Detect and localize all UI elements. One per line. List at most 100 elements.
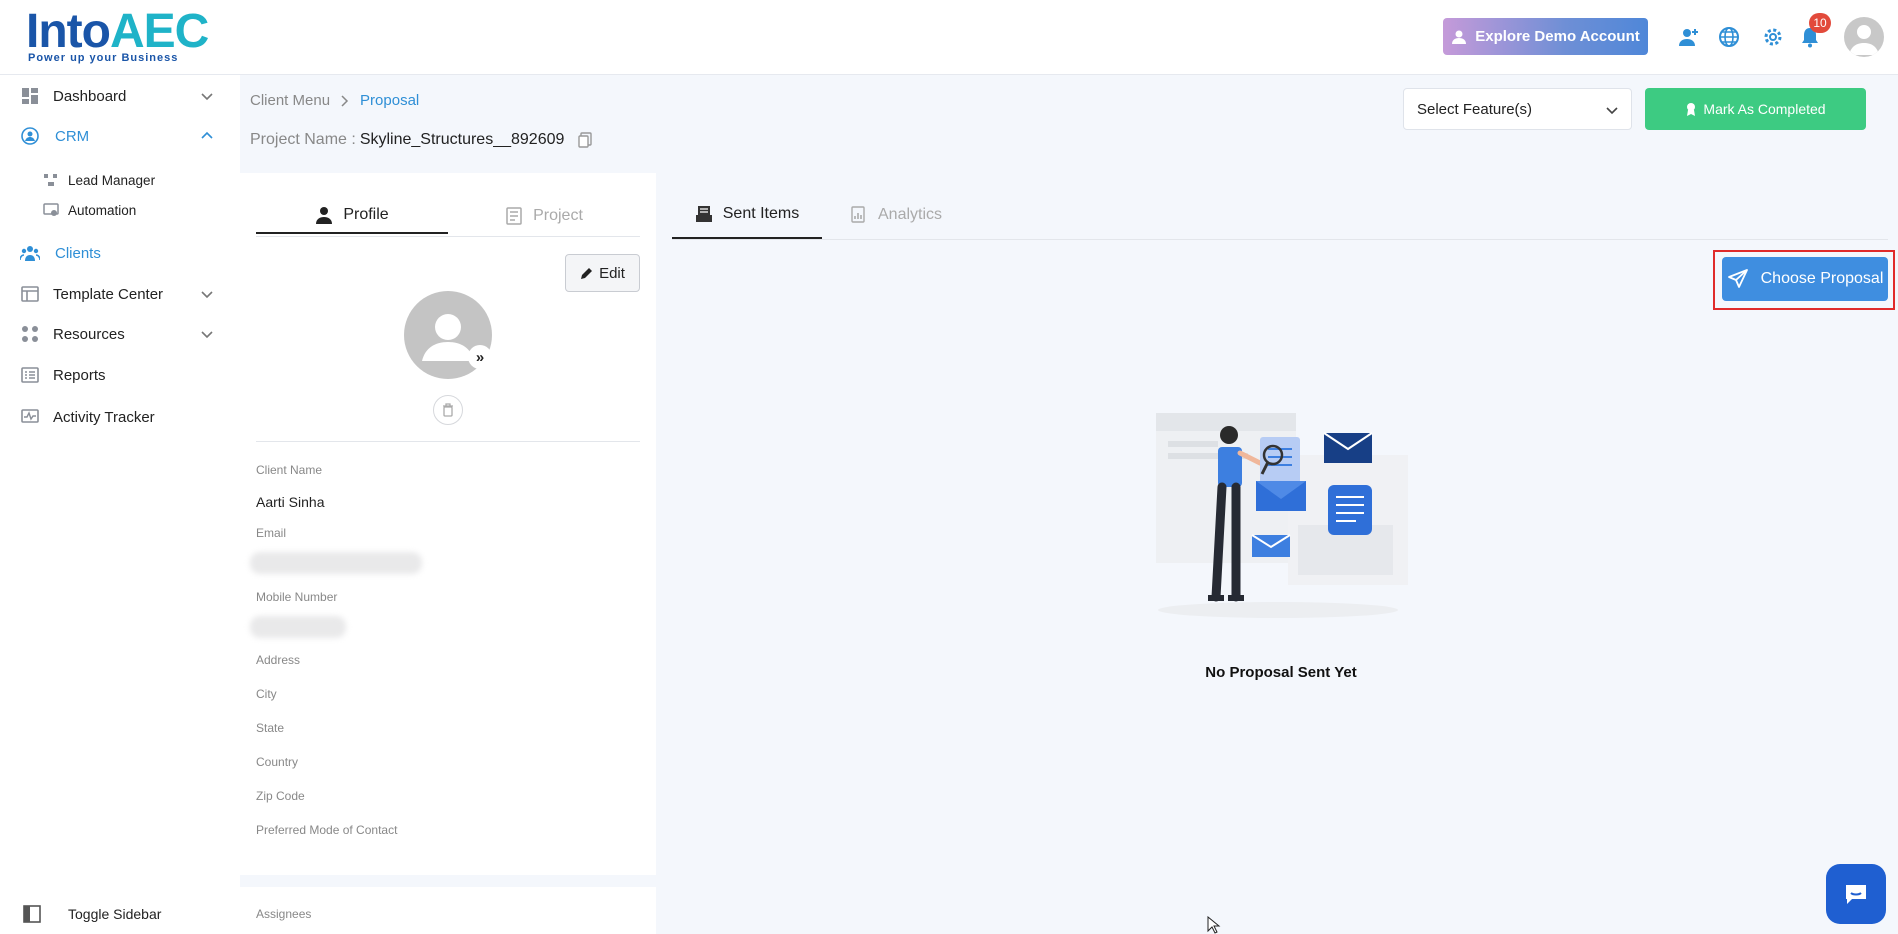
dashboard-icon (20, 86, 40, 106)
lead-manager-icon (43, 172, 59, 188)
sidebar-item-label: Template Center (53, 285, 164, 303)
tab-label: Analytics (878, 205, 943, 223)
pencil-icon (581, 267, 593, 279)
intoaec-logo[interactable]: IntoAEC Power up your Business (26, 6, 209, 65)
client-name-label: Client Name (256, 463, 323, 477)
template-icon (20, 284, 40, 304)
edit-label: Edit (599, 264, 625, 282)
automation-icon (43, 202, 59, 218)
state-label: State (256, 721, 285, 735)
send-icon (1727, 269, 1748, 288)
sidebar-item-label: Dashboard (53, 87, 127, 105)
zip-code-label: Zip Code (256, 789, 305, 803)
explore-demo-account-button[interactable]: Explore Demo Account (1443, 18, 1648, 55)
resources-icon (20, 324, 40, 344)
tab-divider (672, 239, 1888, 240)
client-profile-panel: Profile Project Edit » Client Name Aarti… (240, 173, 656, 875)
medal-icon (1687, 103, 1696, 116)
chat-support-button[interactable] (1826, 864, 1886, 924)
sidebar-item-label: Reports (53, 366, 106, 384)
tab-profile[interactable]: Profile (256, 198, 448, 234)
tab-sent-items[interactable]: Sent Items (672, 190, 822, 239)
preferred-contact-label: Preferred Mode of Contact (256, 823, 398, 837)
reports-icon (20, 365, 40, 385)
sidebar-item-reports[interactable]: Reports (0, 358, 240, 392)
city-label: City (256, 687, 277, 701)
sidebar: Dashboard CRM Lead Manager Automation Cl… (0, 75, 240, 934)
crm-icon (20, 126, 40, 146)
sidebar-item-activity-tracker[interactable]: Activity Tracker (0, 400, 240, 434)
delete-avatar-button[interactable] (433, 395, 463, 425)
chevron-down-icon (201, 291, 213, 299)
sidebar-item-label: Clients (55, 244, 101, 262)
logo-tagline: Power up your Business (28, 52, 179, 64)
chevron-up-icon (201, 131, 213, 139)
tab-project[interactable]: Project (448, 198, 640, 234)
chevron-down-icon (201, 331, 213, 339)
select-feature-label: Select Feature(s) (1417, 100, 1533, 118)
address-label: Address (256, 653, 301, 667)
tab-label: Sent Items (722, 204, 800, 222)
top-bar: IntoAEC Power up your Business Explore D… (0, 0, 1898, 75)
user-icon (1452, 30, 1467, 44)
sidebar-item-label: Lead Manager (68, 172, 156, 188)
mobile-number-label: Mobile Number (256, 590, 338, 604)
sidebar-item-label: Activity Tracker (53, 408, 155, 426)
breadcrumb-proposal: Proposal (360, 92, 420, 109)
tab-divider (256, 236, 640, 237)
email-label: Email (256, 526, 287, 540)
sidebar-toggle-icon (22, 904, 42, 924)
gear-icon[interactable] (1760, 24, 1786, 50)
edit-button[interactable]: Edit (565, 254, 640, 292)
add-user-icon[interactable] (1676, 24, 1702, 50)
tab-label: Profile (343, 206, 389, 223)
document-icon (506, 207, 522, 225)
chevron-down-icon (1606, 107, 1618, 115)
mobile-value-redacted (250, 616, 346, 638)
notification-count-badge: 10 (1809, 13, 1831, 33)
clients-icon (20, 243, 40, 263)
sidebar-item-label: Automation (68, 202, 137, 218)
select-feature-dropdown[interactable]: Select Feature(s) (1403, 88, 1632, 130)
sidebar-item-crm[interactable]: CRM (0, 119, 240, 153)
sidebar-item-template-center[interactable]: Template Center (0, 277, 240, 311)
assignees-label: Assignees (256, 907, 312, 921)
project-name-value: Skyline_Structures__892609 (359, 131, 565, 148)
sidebar-item-clients[interactable]: Clients (0, 236, 240, 270)
client-name-value: Aarti Sinha (256, 494, 325, 510)
activity-tracker-icon (20, 407, 40, 427)
sidebar-item-resources[interactable]: Resources (0, 317, 240, 351)
double-chevron-right-icon[interactable]: » (468, 345, 492, 369)
empty-state-illustration (1156, 413, 1408, 618)
tab-label: Project (533, 207, 583, 224)
sent-items-icon (695, 205, 712, 222)
mouse-cursor-icon (1207, 916, 1221, 934)
copy-icon[interactable] (578, 132, 593, 148)
sidebar-item-dashboard[interactable]: Dashboard (0, 79, 240, 113)
project-name: Project Name : Skyline_Structures__89260… (250, 131, 593, 149)
sidebar-item-automation[interactable]: Automation (0, 197, 240, 223)
toggle-sidebar-button[interactable]: Toggle Sidebar (0, 897, 240, 931)
chat-icon (1846, 885, 1866, 904)
email-value-redacted (250, 552, 422, 574)
mark-as-completed-button[interactable]: Mark As Completed (1645, 88, 1866, 130)
empty-state-message: No Proposal Sent Yet (1205, 664, 1357, 681)
assignees-panel: Assignees (240, 887, 656, 934)
chevron-down-icon (201, 93, 213, 101)
user-avatar[interactable] (1844, 17, 1884, 57)
breadcrumb-client-menu[interactable]: Client Menu (250, 92, 330, 109)
explore-demo-label: Explore Demo Account (1475, 28, 1640, 45)
sidebar-item-label: Resources (53, 325, 125, 343)
sidebar-item-lead-manager[interactable]: Lead Manager (0, 167, 240, 193)
tab-analytics[interactable]: Analytics (850, 190, 942, 239)
choose-proposal-button[interactable]: Choose Proposal (1722, 257, 1888, 301)
sidebar-item-label: CRM (55, 127, 90, 145)
globe-icon[interactable] (1716, 24, 1742, 50)
breadcrumb: Client Menu Proposal (250, 92, 419, 109)
choose-proposal-label: Choose Proposal (1760, 270, 1884, 287)
project-name-label: Project Name : (250, 131, 356, 148)
toggle-sidebar-label: Toggle Sidebar (68, 906, 162, 922)
chevron-right-icon (341, 94, 349, 107)
country-label: Country (256, 755, 299, 769)
profile-divider (256, 441, 640, 442)
